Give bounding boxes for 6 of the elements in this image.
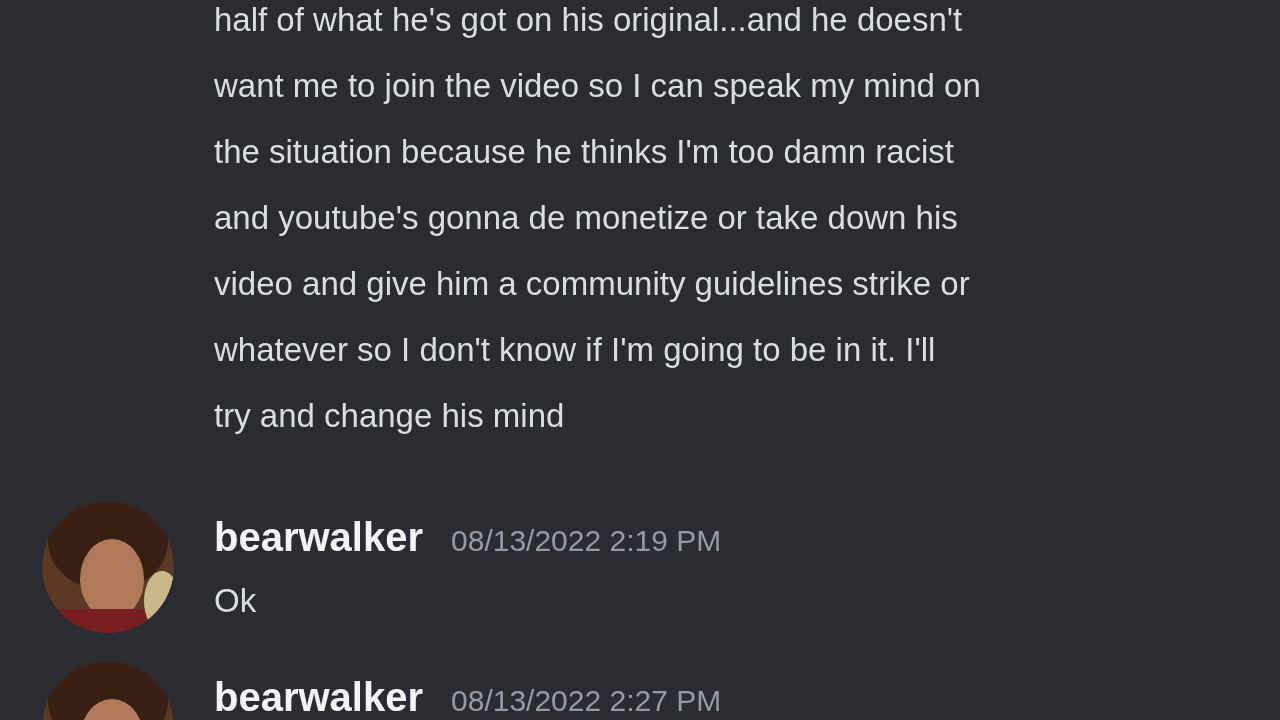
timestamp: 08/13/2022 2:27 PM: [451, 683, 722, 719]
timestamp: 08/13/2022 2:19 PM: [451, 523, 722, 559]
username[interactable]: bearwalker: [214, 505, 424, 569]
message-text: Ok: [214, 581, 258, 621]
username[interactable]: bearwalker: [214, 665, 424, 720]
message-text: half of what he's got on his original...and he doesn't want me to join the video so I can speak my mind on the situation because he thinks I'm too damn racist and youtube's gonna de monetize or take down his video and give him a community guidelines strike or whatever so I don't know if I'm going to be in it. I'll try and change his mind: [214, 0, 981, 436]
